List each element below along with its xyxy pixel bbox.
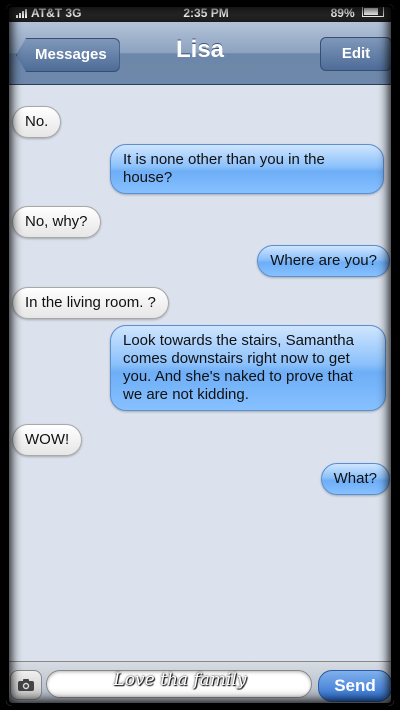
edit-button[interactable]: Edit: [320, 37, 392, 71]
message-thread[interactable]: No. It is none other than you in the hou…: [6, 85, 394, 665]
signal-icon: [16, 8, 27, 18]
camera-icon: [18, 679, 34, 691]
clock-label: 2:35 PM: [183, 6, 229, 20]
message-bubble-incoming[interactable]: No, why?: [12, 206, 101, 238]
camera-button[interactable]: [10, 670, 42, 700]
status-bar: AT&T 3G 2:35 PM 89%: [6, 4, 394, 22]
message-bubble-incoming[interactable]: In the living room. ?: [12, 287, 169, 319]
status-left: AT&T 3G: [16, 6, 81, 20]
message-bubble-outgoing[interactable]: Where are you?: [257, 245, 390, 277]
message-bubble-outgoing[interactable]: What?: [320, 463, 390, 495]
message-bubble-incoming[interactable]: WOW!: [12, 424, 83, 456]
phone-screen: AT&T 3G 2:35 PM 89% Messages Lisa Edit N…: [6, 4, 394, 706]
battery-icon: [362, 6, 384, 17]
watermark-text: Love tha family: [113, 670, 247, 690]
message-bubble-outgoing[interactable]: It is none other than you in the house?: [110, 144, 384, 194]
nav-bar: Messages Lisa Edit: [6, 22, 394, 85]
carrier-label: AT&T 3G: [31, 6, 82, 20]
send-button[interactable]: Send: [318, 670, 392, 702]
message-bubble-incoming[interactable]: No.: [12, 106, 62, 138]
battery-area: 89%: [331, 6, 384, 20]
battery-percent: 89%: [330, 6, 355, 20]
message-bubble-outgoing[interactable]: Look towards the stairs, Samantha comes …: [110, 325, 386, 411]
